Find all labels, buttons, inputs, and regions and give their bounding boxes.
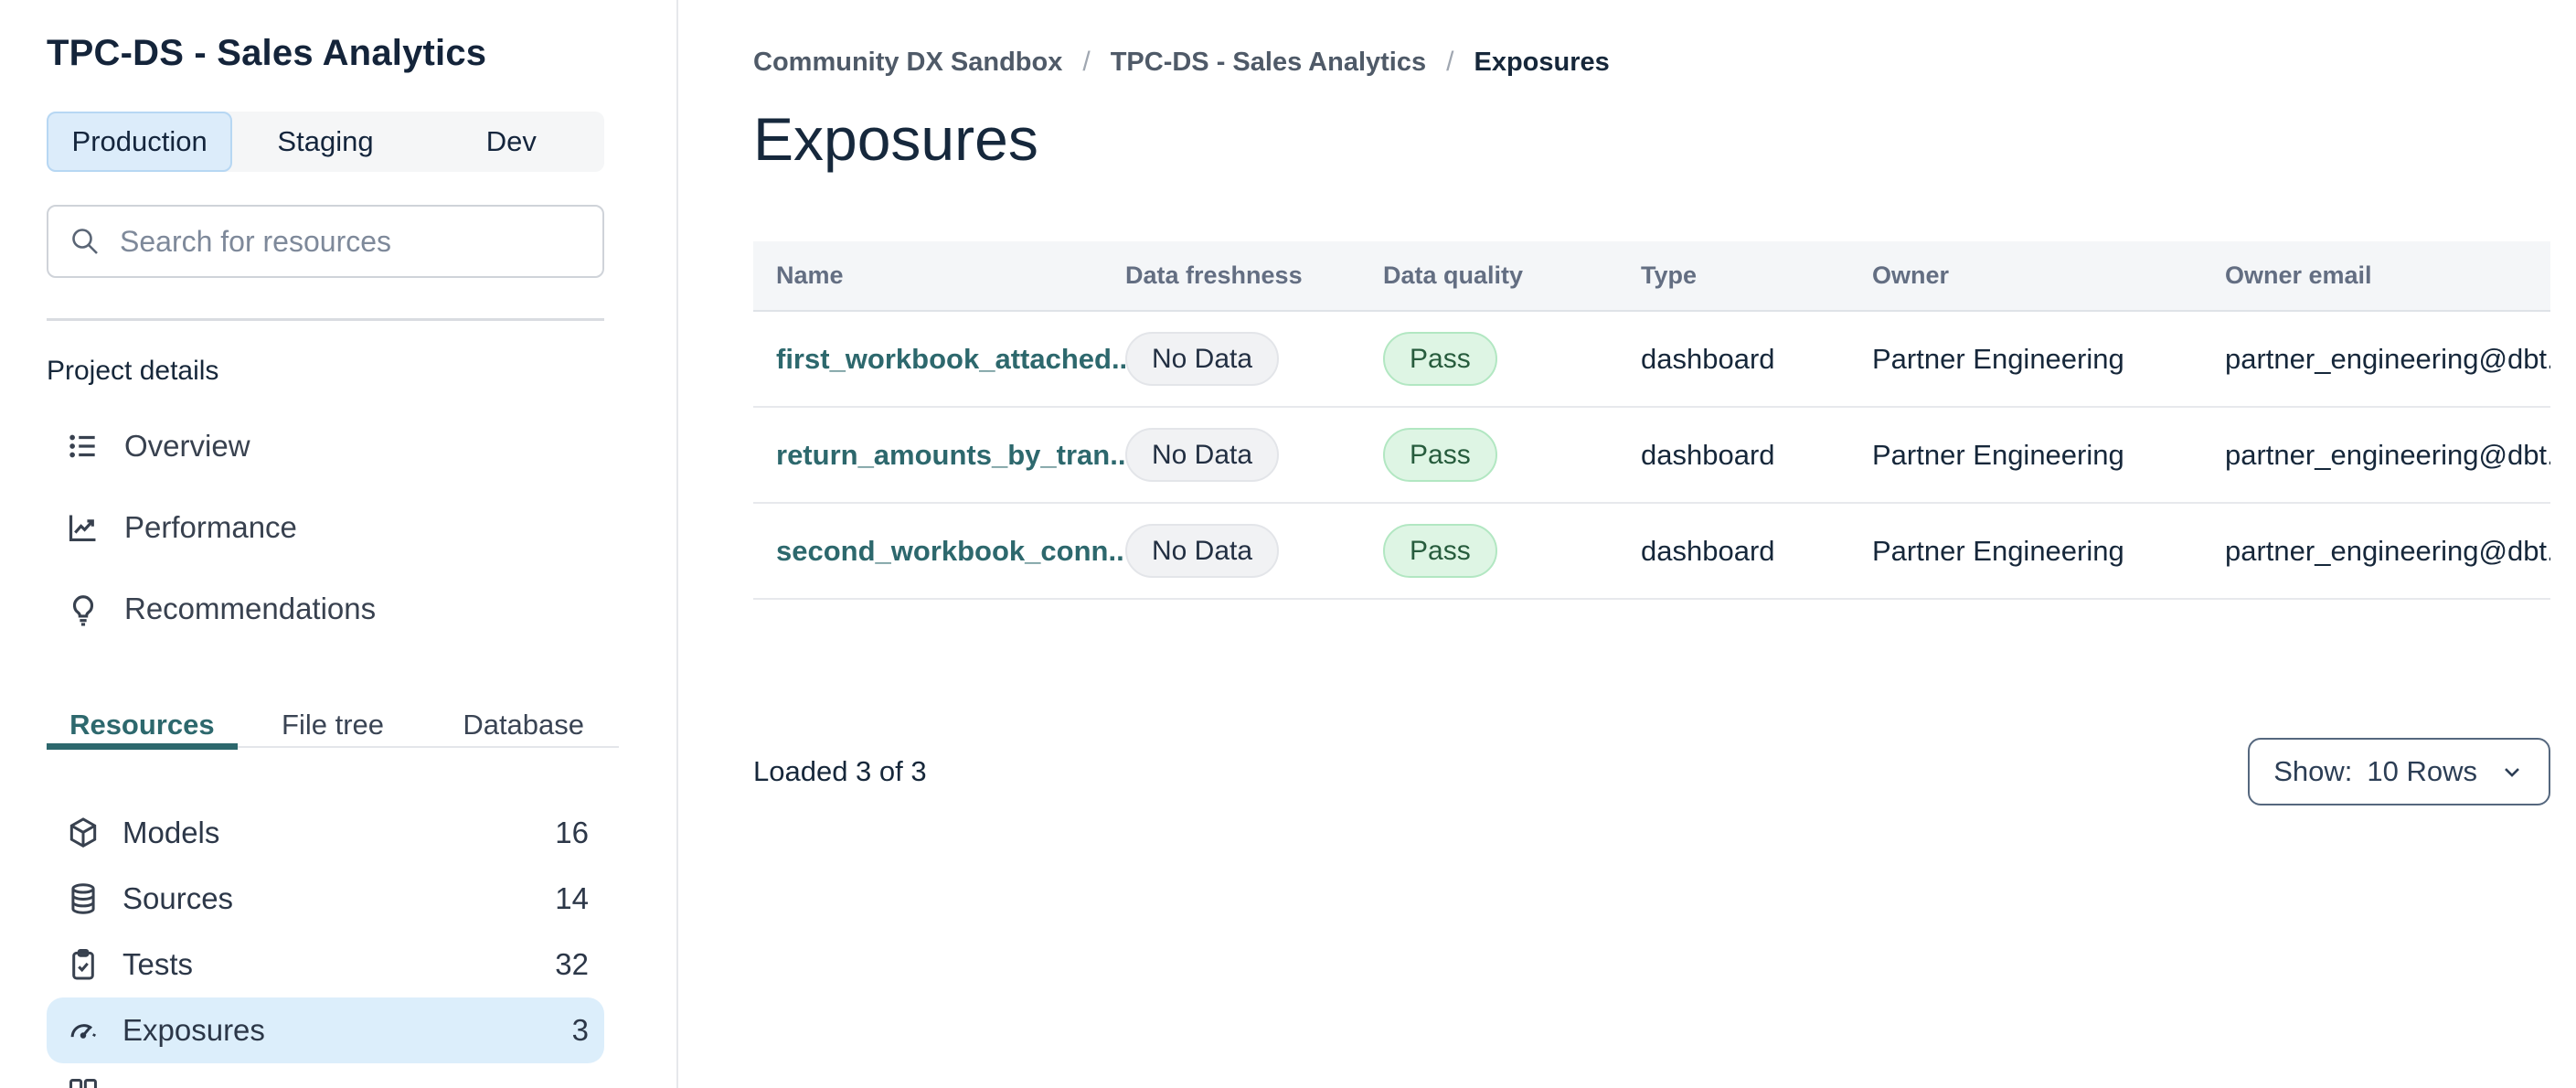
page-title: Exposures (753, 105, 1038, 173)
owner-cell: Partner Engineering (1872, 342, 2124, 375)
freshness-cell: No Data (1125, 332, 1383, 386)
env-tab-production[interactable]: Production (47, 112, 233, 172)
table-row: return_amounts_by_tran... No Data Pass d… (753, 408, 2550, 504)
sidebar-item-sources[interactable]: Sources 14 (47, 866, 604, 932)
show-value: 10 Rows (2367, 755, 2477, 787)
column-header-data-quality: Data quality (1383, 261, 1524, 289)
project-title: TPC-DS - Sales Analytics (47, 33, 487, 73)
breadcrumb-separator: / (1446, 47, 1454, 77)
sidebar-item-label: Exposures (122, 1013, 265, 1047)
gauge-icon (66, 1013, 101, 1048)
owner-email-cell: partner_engineering@dbt... (2225, 534, 2550, 567)
breadcrumb-item-project[interactable]: TPC-DS - Sales Analytics (1111, 46, 1426, 79)
search-icon (69, 225, 101, 258)
sidebar-item-label: Performance (124, 509, 297, 544)
exposure-name-link[interactable]: first_workbook_attached... (776, 343, 1125, 376)
column-header-data-freshness: Data freshness (1125, 261, 1303, 289)
breadcrumb-separator: / (1082, 47, 1091, 77)
table-row: second_workbook_conn... No Data Pass das… (753, 504, 2550, 600)
loaded-status: Loaded 3 of 3 (753, 755, 927, 787)
freshness-cell: No Data (1125, 428, 1383, 482)
sidebar: TPC-DS - Sales Analytics Production Stag… (0, 0, 678, 1088)
exposures-table: Name Data freshness Data quality Type Ow… (753, 241, 2550, 600)
freshness-badge: No Data (1125, 332, 1280, 386)
sidebar-divider (47, 318, 604, 321)
column-header-owner-email: Owner email (2225, 261, 2372, 289)
freshness-badge: No Data (1125, 524, 1280, 578)
search-box[interactable] (47, 205, 604, 278)
project-details-nav: Overview Performance Recommendations (47, 405, 630, 649)
resource-list: Models 16 Sources 14 Tests 32 Exposures … (47, 800, 604, 1063)
quality-cell: Pass (1383, 524, 1641, 578)
table-header-row: Name Data freshness Data quality Type Ow… (753, 241, 2550, 312)
resource-count: 14 (555, 881, 589, 915)
project-details-heading: Project details (47, 356, 219, 386)
env-tab-staging[interactable]: Staging (232, 112, 418, 172)
column-header-name: Name (776, 261, 844, 289)
breadcrumb: Community DX Sandbox / TPC-DS - Sales An… (753, 46, 2550, 79)
owner-email-cell: partner_engineering@dbt... (2225, 342, 2550, 375)
resource-count: 32 (555, 947, 589, 981)
sidebar-item-label: Tests (122, 947, 194, 981)
sidebar-item-exposures[interactable]: Exposures 3 (47, 997, 604, 1063)
type-cell: dashboard (1641, 534, 1775, 567)
truncation-ellipsis: ... (1108, 534, 1125, 567)
line-chart-icon (66, 510, 101, 545)
breadcrumb-item-exposures: Exposures (1474, 48, 1610, 77)
rows-per-page-dropdown[interactable]: Show: 10 Rows (2248, 738, 2550, 805)
sidebar-item-overview[interactable]: Overview (47, 405, 630, 486)
sidebar-item-tests[interactable]: Tests 32 (47, 932, 604, 997)
chevron-down-icon (2499, 759, 2525, 784)
type-cell: dashboard (1641, 342, 1775, 375)
list-icon (66, 429, 101, 464)
tab-resources[interactable]: Resources (47, 704, 238, 750)
table-row: first_workbook_attached... No Data Pass … (753, 312, 2550, 408)
table-footer: Loaded 3 of 3 Show: 10 Rows (753, 738, 2550, 805)
owner-cell: Partner Engineering (1872, 534, 2124, 567)
type-cell: dashboard (1641, 438, 1775, 471)
main-content: Community DX Sandbox / TPC-DS - Sales An… (680, 0, 2576, 1088)
column-header-owner: Owner (1872, 261, 1950, 289)
owner-email-cell: partner_engineering@dbt... (2225, 438, 2550, 471)
environment-tabs: Production Staging Dev (47, 112, 604, 172)
sidebar-item-label: Overview (124, 428, 250, 463)
column-header-type: Type (1641, 261, 1698, 289)
tab-file-tree[interactable]: File tree (238, 704, 429, 746)
sidebar-item-label: Models (122, 816, 220, 849)
database-icon (66, 881, 101, 916)
truncation-ellipsis: ... (1110, 438, 1125, 471)
sidebar-item-partial[interactable] (66, 1075, 101, 1088)
show-label: Show: (2273, 755, 2353, 787)
sidebar-item-label: Sources (122, 881, 234, 915)
breadcrumb-item-account[interactable]: Community DX Sandbox (753, 46, 1062, 79)
resource-view-tabs: Resources File tree Database (47, 704, 619, 750)
quality-cell: Pass (1383, 332, 1641, 386)
clipboard-check-icon (66, 947, 101, 982)
freshness-badge: No Data (1125, 428, 1280, 482)
quality-cell: Pass (1383, 428, 1641, 482)
env-tab-dev[interactable]: Dev (419, 112, 604, 172)
freshness-cell: No Data (1125, 524, 1383, 578)
exposure-name-link[interactable]: return_amounts_by_tran... (776, 439, 1125, 472)
quality-badge: Pass (1383, 332, 1497, 386)
quality-badge: Pass (1383, 524, 1497, 578)
sidebar-item-label: Recommendations (124, 591, 377, 625)
sidebar-item-recommendations[interactable]: Recommendations (47, 568, 630, 649)
resource-count: 3 (571, 1013, 589, 1047)
sidebar-item-performance[interactable]: Performance (47, 486, 630, 568)
truncation-ellipsis: ... (1111, 342, 1125, 375)
sidebar-item-models[interactable]: Models 16 (47, 800, 604, 866)
cube-icon (66, 816, 101, 850)
tab-database[interactable]: Database (428, 704, 619, 746)
lightbulb-icon (66, 592, 101, 626)
resource-count: 16 (555, 816, 589, 849)
quality-badge: Pass (1383, 428, 1497, 482)
search-input[interactable] (120, 224, 582, 259)
exposure-name-link[interactable]: second_workbook_conn... (776, 535, 1125, 568)
owner-cell: Partner Engineering (1872, 438, 2124, 471)
grid-icon (66, 1075, 101, 1088)
